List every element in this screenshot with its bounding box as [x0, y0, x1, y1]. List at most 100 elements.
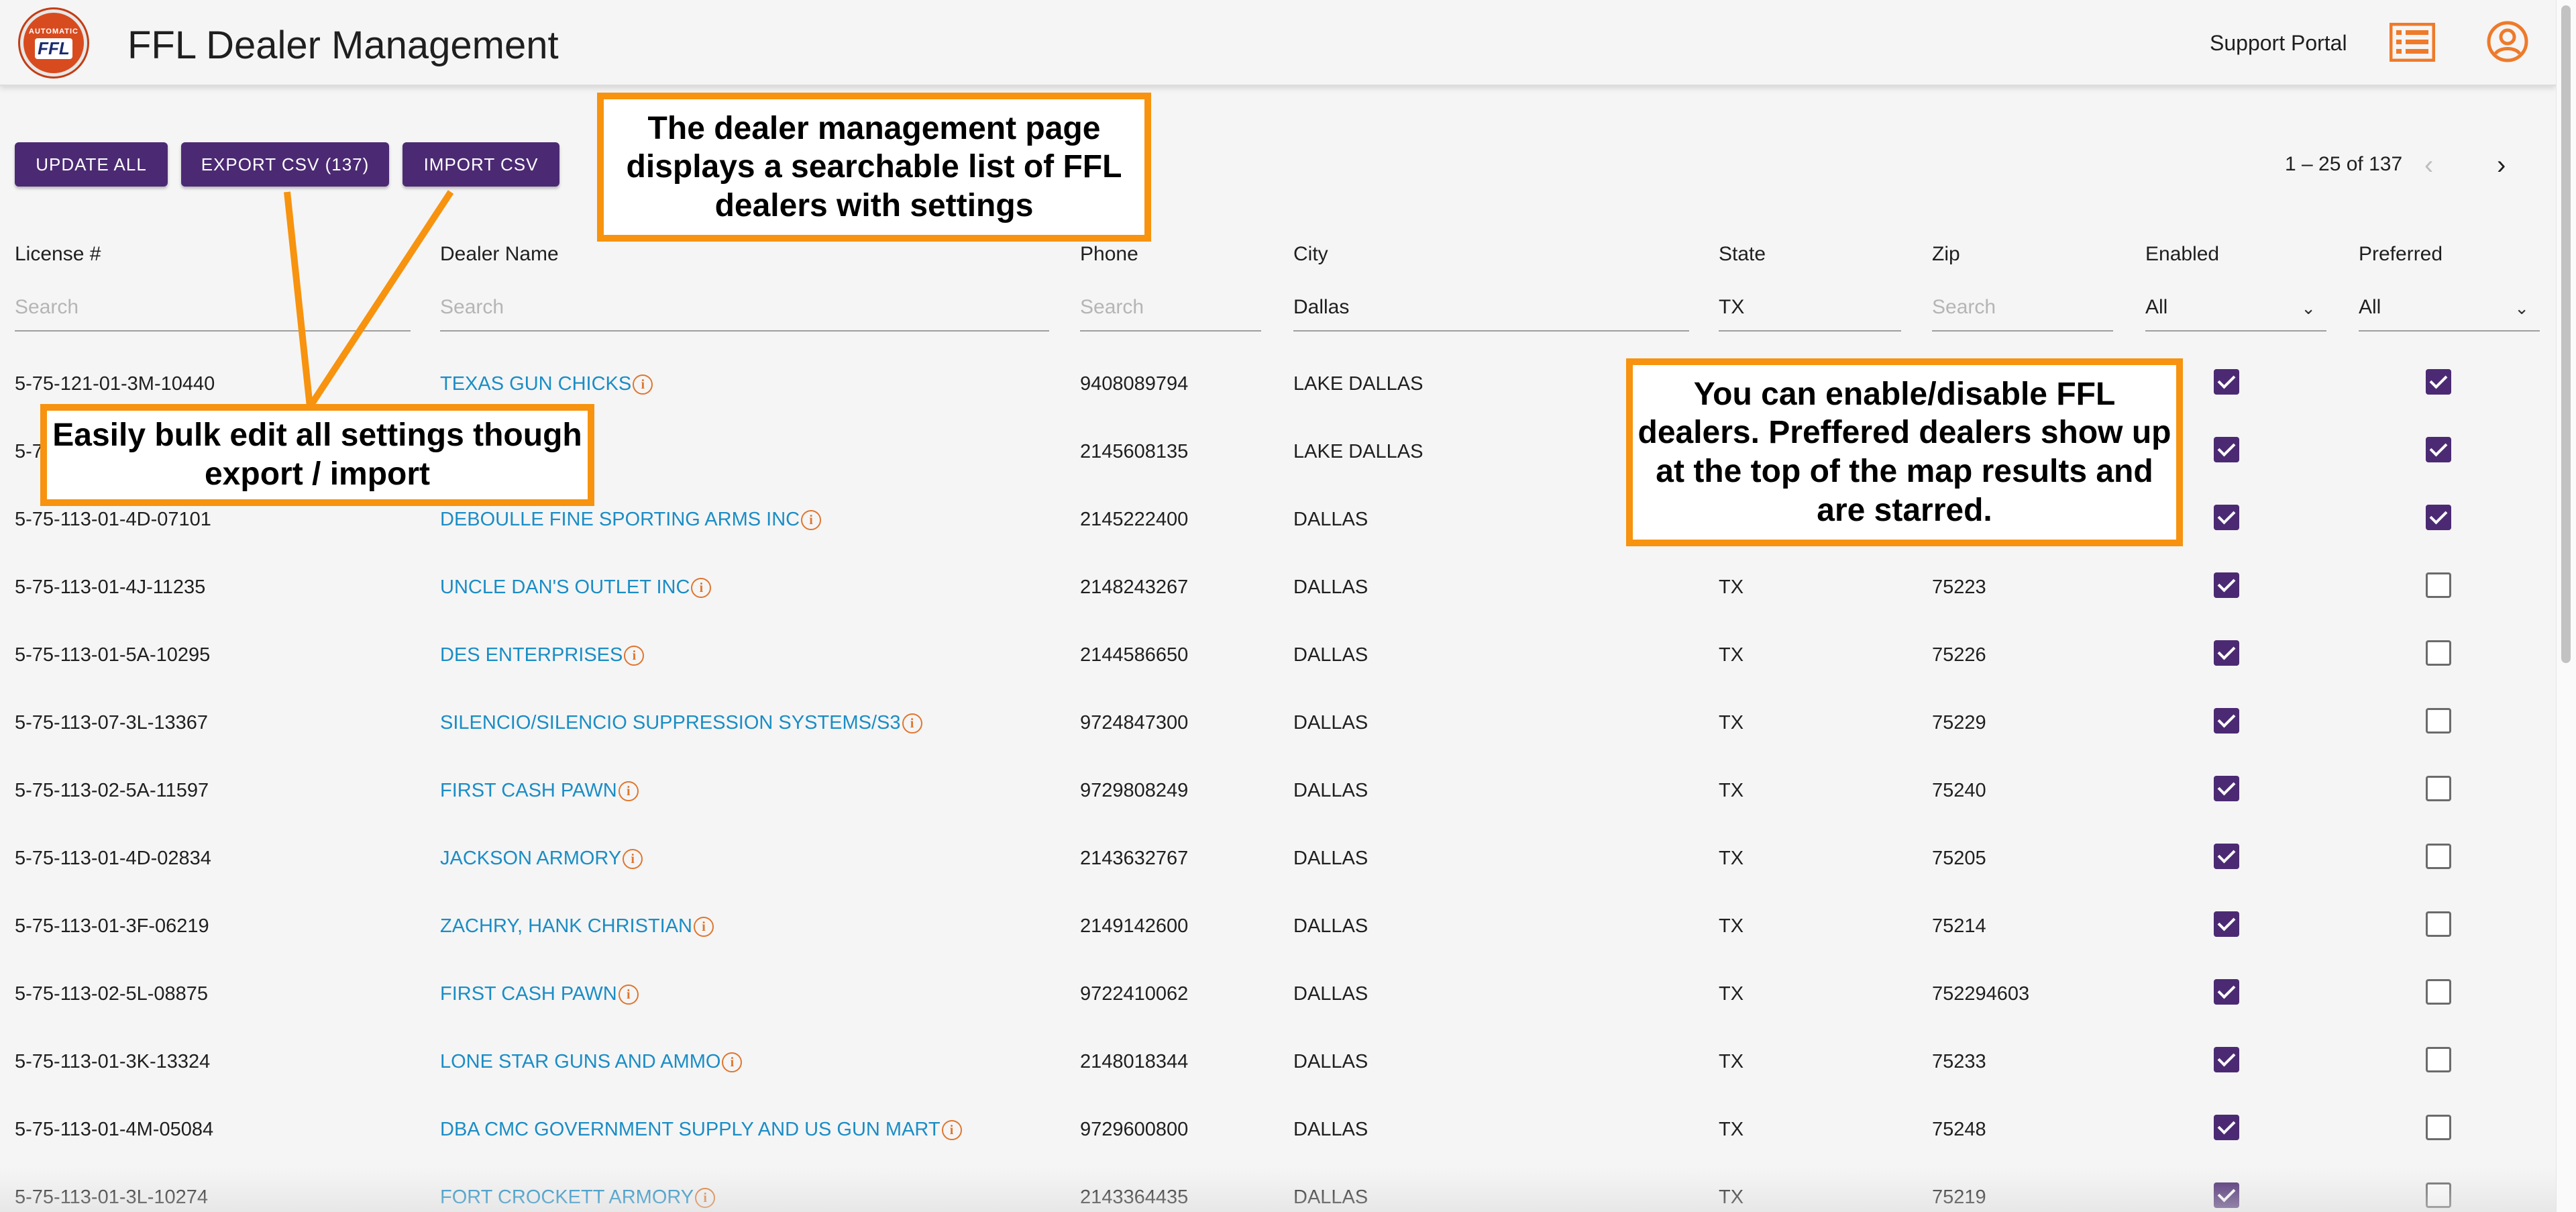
dealer-filter [440, 285, 1049, 332]
license-cell: 5-75-113-02-5L-08875 [15, 983, 209, 1005]
phone-search-input[interactable] [1080, 296, 1261, 319]
dealer-name-text[interactable]: ZACHRY, HANK CHRISTIAN [440, 915, 692, 937]
dealer-name-text[interactable]: TEXAS GUN CHICKS [440, 373, 631, 395]
dealer-name-text[interactable]: FIRST CASH PAWN [440, 983, 617, 1005]
pagination-range: 1 – 25 of 137 [2285, 153, 2403, 175]
dealer-name-link[interactable]: TEXAS GUN CHICKS i [440, 373, 653, 395]
automatic-ffl-logo[interactable]: AUTOMATIC FFL [20, 9, 87, 77]
dealer-name-link[interactable]: JACKSON ARMORY i [440, 848, 643, 870]
enabled-checkbox[interactable] [2214, 844, 2239, 869]
dealer-name-text[interactable]: SILENCIO/SILENCIO SUPPRESSION SYSTEMS/S3 [440, 712, 901, 734]
column-header-phone: Phone [1080, 243, 1138, 265]
enabled-checkbox[interactable] [2214, 505, 2239, 530]
enabled-checkbox[interactable] [2214, 776, 2239, 801]
license-cell: 5-7 [15, 441, 43, 462]
dealer-name-text[interactable]: DES ENTERPRISES [440, 644, 623, 666]
preferred-checkbox[interactable] [2426, 505, 2451, 530]
info-icon[interactable]: i [618, 781, 639, 802]
scrollbar-thumb[interactable] [2561, 5, 2571, 663]
info-icon[interactable]: i [618, 984, 639, 1005]
preferred-checkbox[interactable] [2426, 369, 2451, 395]
city-cell: LAKE DALLAS [1293, 373, 1424, 395]
preferred-checkbox[interactable] [2426, 911, 2451, 937]
state-cell: TX [1719, 780, 1744, 801]
chevron-left-icon[interactable]: ‹ [2424, 150, 2433, 181]
preferred-checkbox[interactable] [2426, 1115, 2451, 1140]
license-cell: 5-75-113-01-4M-05084 [15, 1119, 214, 1140]
update-all-button[interactable]: UPDATE ALL [15, 142, 168, 187]
account-circle-icon[interactable] [2486, 20, 2529, 63]
preferred-checkbox[interactable] [2426, 640, 2451, 666]
dealer-name-text[interactable]: JACKSON ARMORY [440, 848, 621, 869]
dealer-name-link[interactable]: SILENCIO/SILENCIO SUPPRESSION SYSTEMS/S3… [440, 712, 922, 734]
dealer-name-link[interactable]: UNCLE DAN'S OUTLET INC i [440, 576, 712, 599]
city-search-input[interactable] [1293, 296, 1689, 319]
dealer-name-link[interactable]: DEBOULLE FINE SPORTING ARMS INC i [440, 509, 822, 531]
preferred-checkbox[interactable] [2426, 776, 2451, 801]
info-icon[interactable]: i [801, 510, 822, 531]
preferred-checkbox[interactable] [2426, 708, 2451, 734]
state-cell: TX [1719, 576, 1744, 598]
table-row: 5-75-113-07-3L-13367 SILENCIO/SILENCIO SU… [0, 691, 2556, 758]
preferred-checkbox[interactable] [2426, 572, 2451, 598]
phone-cell: 9729808249 [1080, 780, 1189, 801]
license-cell: 5-75-113-01-5A-10295 [15, 644, 211, 666]
enabled-checkbox[interactable] [2214, 369, 2239, 395]
license-cell: 5-75-113-01-3F-06219 [15, 915, 209, 937]
table-row: 5-75-113-02-5L-08875 FIRST CASH PAWN i 9722… [0, 962, 2556, 1029]
license-search-input[interactable] [15, 296, 411, 319]
info-icon[interactable]: i [902, 713, 922, 734]
dealer-name-link[interactable]: ZACHRY, HANK CHRISTIAN i [440, 915, 714, 938]
support-portal-link[interactable]: Support Portal [2210, 31, 2347, 56]
info-icon[interactable]: i [722, 1052, 743, 1073]
info-icon[interactable]: i [941, 1120, 962, 1141]
dealer-search-input[interactable] [440, 296, 1049, 319]
info-icon[interactable]: i [623, 849, 643, 870]
phone-cell: 9408089794 [1080, 373, 1189, 395]
list-icon[interactable] [2390, 23, 2435, 62]
enabled-checkbox[interactable] [2214, 708, 2239, 734]
import-csv-button[interactable]: IMPORT CSV [402, 142, 559, 187]
enabled-checkbox[interactable] [2214, 1047, 2239, 1072]
preferred-checkbox[interactable] [2426, 437, 2451, 462]
info-icon[interactable]: i [694, 917, 714, 938]
phone-filter [1080, 285, 1261, 332]
column-header-state: State [1719, 243, 1766, 265]
dealer-name-text[interactable]: UNCLE DAN'S OUTLET INC [440, 576, 690, 598]
zip-search-input[interactable] [1932, 296, 2113, 319]
dealer-name-link[interactable]: FIRST CASH PAWN i [440, 983, 639, 1005]
city-cell: DALLAS [1293, 780, 1368, 801]
enabled-checkbox[interactable] [2214, 1115, 2239, 1140]
info-icon[interactable]: i [691, 578, 712, 599]
enabled-select[interactable]: All ⌄ [2145, 285, 2326, 332]
license-cell: 5-75-113-07-3L-13367 [15, 712, 209, 734]
dealer-name-text[interactable]: DEBOULLE FINE SPORTING ARMS INC [440, 509, 800, 530]
preferred-checkbox[interactable] [2426, 1047, 2451, 1072]
enabled-checkbox[interactable] [2214, 437, 2239, 462]
city-filter [1293, 285, 1689, 332]
preferred-checkbox[interactable] [2426, 979, 2451, 1005]
annotation-callout-top: The dealer management page displays a se… [597, 93, 1151, 242]
export-csv-button[interactable]: EXPORT CSV (137) [181, 142, 389, 187]
dealer-name-text[interactable]: DBA CMC GOVERNMENT SUPPLY AND US GUN MAR… [440, 1119, 941, 1140]
info-icon[interactable]: i [624, 646, 645, 666]
enabled-checkbox[interactable] [2214, 572, 2239, 598]
enabled-checkbox[interactable] [2214, 979, 2239, 1005]
dealer-name-link[interactable]: FIRST CASH PAWN i [440, 780, 639, 802]
dealer-name-link[interactable]: DBA CMC GOVERNMENT SUPPLY AND US GUN MAR… [440, 1119, 962, 1141]
dealer-name-text[interactable]: FIRST CASH PAWN [440, 780, 617, 801]
dealer-name-link[interactable]: LONE STAR GUNS AND AMMO i [440, 1051, 743, 1073]
dealer-name-link[interactable]: DES ENTERPRISES i [440, 644, 645, 666]
dealer-name-text[interactable]: LONE STAR GUNS AND AMMO [440, 1051, 720, 1072]
preferred-select[interactable]: All ⌄ [2359, 285, 2540, 332]
chevron-right-icon[interactable]: › [2497, 150, 2506, 181]
state-cell: TX [1719, 712, 1744, 734]
zip-cell: 75226 [1932, 644, 1986, 666]
preferred-checkbox[interactable] [2426, 844, 2451, 869]
state-search-input[interactable] [1719, 296, 1901, 319]
license-cell: 5-75-121-01-3M-10440 [15, 373, 215, 395]
city-cell: LAKE DALLAS [1293, 441, 1424, 462]
enabled-checkbox[interactable] [2214, 911, 2239, 937]
info-icon[interactable]: i [633, 374, 653, 395]
enabled-checkbox[interactable] [2214, 640, 2239, 666]
